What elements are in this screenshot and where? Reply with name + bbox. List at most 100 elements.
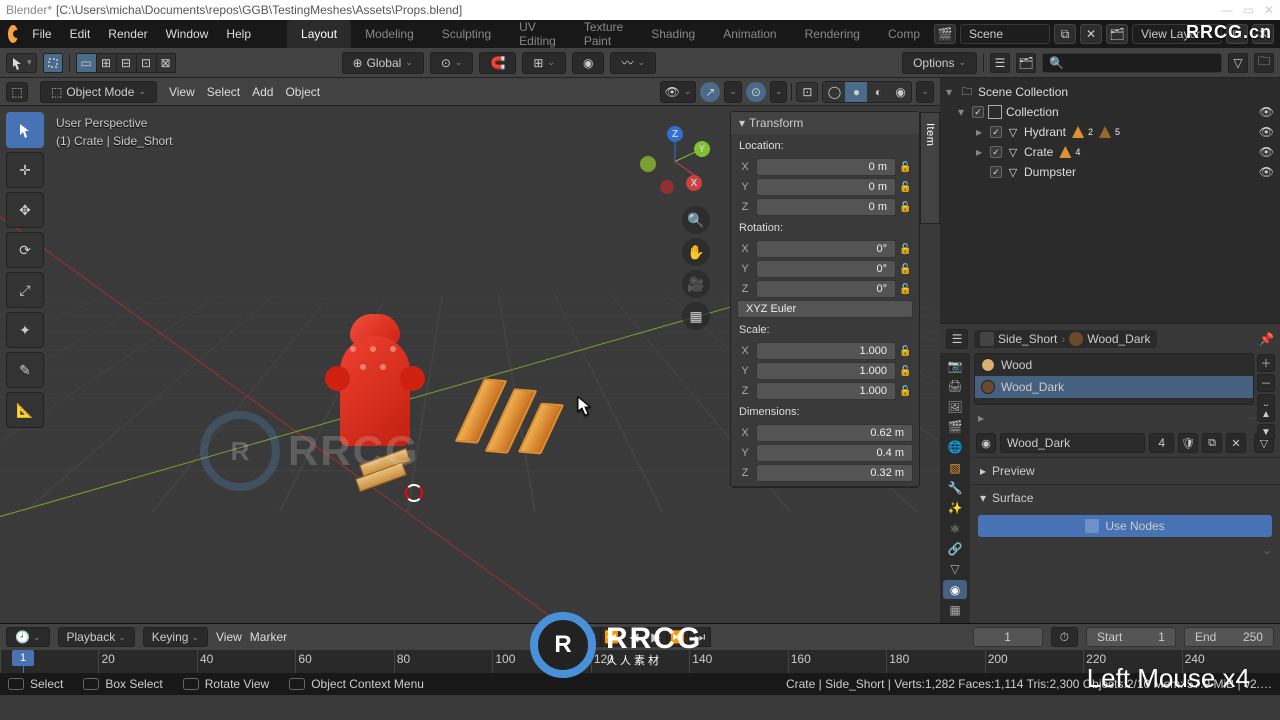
collection-checkbox[interactable] [972, 106, 984, 118]
outliner-item-hydrant[interactable]: ▸ ▽ Hydrant 2 5 👁 [940, 122, 1280, 142]
outliner-filter-icon[interactable]: ▽ [1228, 53, 1248, 73]
tab-mesh-icon[interactable]: ▽ [943, 560, 967, 578]
editor-type-icon[interactable]: ⬚ [6, 82, 28, 102]
vp-menu-select[interactable]: Select [207, 85, 240, 99]
tab-output-icon[interactable]: 🖨 [943, 377, 967, 395]
snap-type-dropdown[interactable]: ⊞ ⌄ [522, 52, 566, 74]
chevron-down-icon[interactable]: ⌄ [970, 541, 1280, 559]
menu-render[interactable]: Render [108, 27, 147, 41]
tab-animation[interactable]: Animation [709, 20, 790, 48]
scene-browse-icon[interactable]: 🎬 [934, 24, 956, 44]
eye-icon[interactable]: 👁 [1259, 165, 1274, 179]
use-nodes-button[interactable]: Use Nodes [978, 515, 1272, 537]
snap-toggle[interactable]: 🧲 [479, 52, 516, 74]
rotation-mode-dropdown[interactable]: XYZ Euler [737, 300, 913, 318]
select-invert-icon[interactable]: ⊠ [156, 53, 176, 73]
material-users[interactable]: 4 [1149, 433, 1174, 453]
toggle-perspective-icon[interactable]: ▦ [682, 302, 710, 330]
tab-world-icon[interactable]: 🌐 [943, 438, 967, 456]
lock-icon[interactable]: 🔓 [899, 284, 913, 295]
timeline-marker-menu[interactable]: Marker [250, 630, 287, 644]
tool-move[interactable]: ✥ [6, 192, 44, 228]
keying-dropdown[interactable]: Keying ⌄ [143, 627, 208, 647]
scale-x-field[interactable]: 1.000 [756, 342, 896, 360]
chevron-right-icon[interactable]: ▸ [978, 411, 984, 425]
transform-panel-header[interactable]: ▾ Transform [731, 112, 919, 134]
select-extend-icon[interactable]: ⊞ [96, 53, 116, 73]
material-name-field[interactable]: Wood_Dark [1000, 433, 1145, 453]
tab-viewlayer-icon[interactable]: 🖼 [943, 398, 967, 416]
tab-scene-icon[interactable]: 🎬 [943, 418, 967, 436]
minimize-icon[interactable]: — [1221, 3, 1233, 17]
timeline-editor-type-icon[interactable]: 🕘 ⌄ [6, 627, 50, 647]
tab-sculpting[interactable]: Sculpting [428, 20, 505, 48]
overlays-dropdown[interactable]: ⌄ [770, 81, 788, 103]
orientation-dropdown[interactable]: ⊕ Global ⌄ [342, 52, 424, 74]
outliner-item-crate[interactable]: ▸ ▽ Crate 4 👁 [940, 142, 1280, 162]
scene-name-field[interactable]: Scene [960, 24, 1050, 44]
playhead-frame[interactable]: 1 [12, 650, 34, 666]
timeline-view-menu[interactable]: View [216, 630, 242, 644]
material-add-icon[interactable]: ＋ [1257, 354, 1275, 372]
blender-logo-icon[interactable] [8, 25, 18, 43]
gizmo-x[interactable]: X [686, 175, 702, 191]
scene-delete-icon[interactable]: ✕ [1080, 24, 1102, 44]
tab-modifiers-icon[interactable]: 🔧 [943, 479, 967, 497]
menu-file[interactable]: File [32, 27, 51, 41]
menu-help[interactable]: Help [226, 27, 251, 41]
dim-z-field[interactable]: 0.32 m [756, 464, 913, 482]
vp-menu-view[interactable]: View [169, 85, 195, 99]
props-editor-type-icon[interactable]: ☰ [946, 329, 968, 349]
tool-select[interactable] [6, 112, 44, 148]
item-checkbox[interactable] [990, 166, 1002, 178]
end-frame-field[interactable]: End250 [1184, 627, 1274, 647]
camera-view-icon[interactable]: 🎥 [682, 270, 710, 298]
gizmo-z[interactable]: Z [667, 126, 683, 142]
mode-dropdown[interactable]: ⬚ Object Mode ⌄ [40, 81, 157, 103]
breadcrumb[interactable]: Side_Short › Wood_Dark [974, 330, 1157, 348]
lock-icon[interactable]: 🔓 [899, 366, 913, 377]
xray-toggle-icon[interactable]: ⊡ [796, 82, 818, 102]
close-icon[interactable]: ✕ [1264, 3, 1274, 17]
dim-x-field[interactable]: 0.62 m [756, 424, 913, 442]
material-new-copy-icon[interactable]: ⧉ [1202, 433, 1222, 453]
item-checkbox[interactable] [990, 146, 1002, 158]
current-frame-field[interactable]: 1 [973, 627, 1043, 647]
tool-annotate[interactable]: ✎ [6, 352, 44, 388]
gizmo-y[interactable]: Y [694, 141, 710, 157]
eye-icon[interactable]: 👁 [1259, 125, 1274, 139]
menu-window[interactable]: Window [166, 27, 209, 41]
rot-z-field[interactable]: 0° [756, 280, 896, 298]
tab-layout[interactable]: Layout [287, 20, 351, 48]
tab-particles-icon[interactable]: ✨ [943, 499, 967, 517]
lock-icon[interactable]: 🔓 [899, 182, 913, 193]
proportional-falloff-dropdown[interactable]: 〰 ⌄ [610, 52, 656, 74]
tool-rotate[interactable]: ⟳ [6, 232, 44, 268]
lock-icon[interactable]: 🔓 [899, 346, 913, 357]
outliner-root[interactable]: ▾🗀 Scene Collection [940, 82, 1280, 102]
shading-wireframe-icon[interactable]: ◯ [823, 82, 845, 102]
shading-solid-icon[interactable]: ● [845, 82, 867, 102]
preview-panel-header[interactable]: ▸ Preview [970, 457, 1280, 484]
outliner-search-input[interactable]: 🔍 [1042, 53, 1222, 73]
tab-uv[interactable]: UV Editing [505, 20, 570, 48]
lock-icon[interactable]: 🔓 [899, 264, 913, 275]
loc-z-field[interactable]: 0 m [756, 198, 896, 216]
lock-icon[interactable]: 🔓 [899, 244, 913, 255]
viewport-3d[interactable]: ✛ ✥ ⟳ ⤢ ✦ ✎ 📐 User Perspective (1) Crate… [0, 106, 940, 623]
vp-menu-add[interactable]: Add [252, 85, 273, 99]
material-move-up-icon[interactable]: ▲ [1257, 406, 1275, 422]
tab-shading[interactable]: Shading [637, 20, 709, 48]
select-box-icon[interactable] [43, 53, 63, 73]
outliner-item-dumpster[interactable]: ▸ ▽ Dumpster 👁 [940, 162, 1280, 182]
proportional-edit-toggle[interactable]: ◉ [572, 52, 604, 74]
outliner-new-collection-icon[interactable]: 🗀 [1254, 53, 1274, 73]
gizmo-neg-y[interactable] [640, 156, 656, 172]
viewlayer-browse-icon[interactable]: 🗂 [1106, 24, 1128, 44]
tab-render-icon[interactable]: 📷 [943, 357, 967, 375]
start-frame-field[interactable]: Start1 [1086, 627, 1176, 647]
tab-texture-icon[interactable]: ▦ [943, 601, 967, 619]
tab-rendering[interactable]: Rendering [791, 20, 874, 48]
vp-menu-object[interactable]: Object [285, 85, 320, 99]
options-dropdown[interactable]: Options ⌄ [902, 52, 977, 74]
